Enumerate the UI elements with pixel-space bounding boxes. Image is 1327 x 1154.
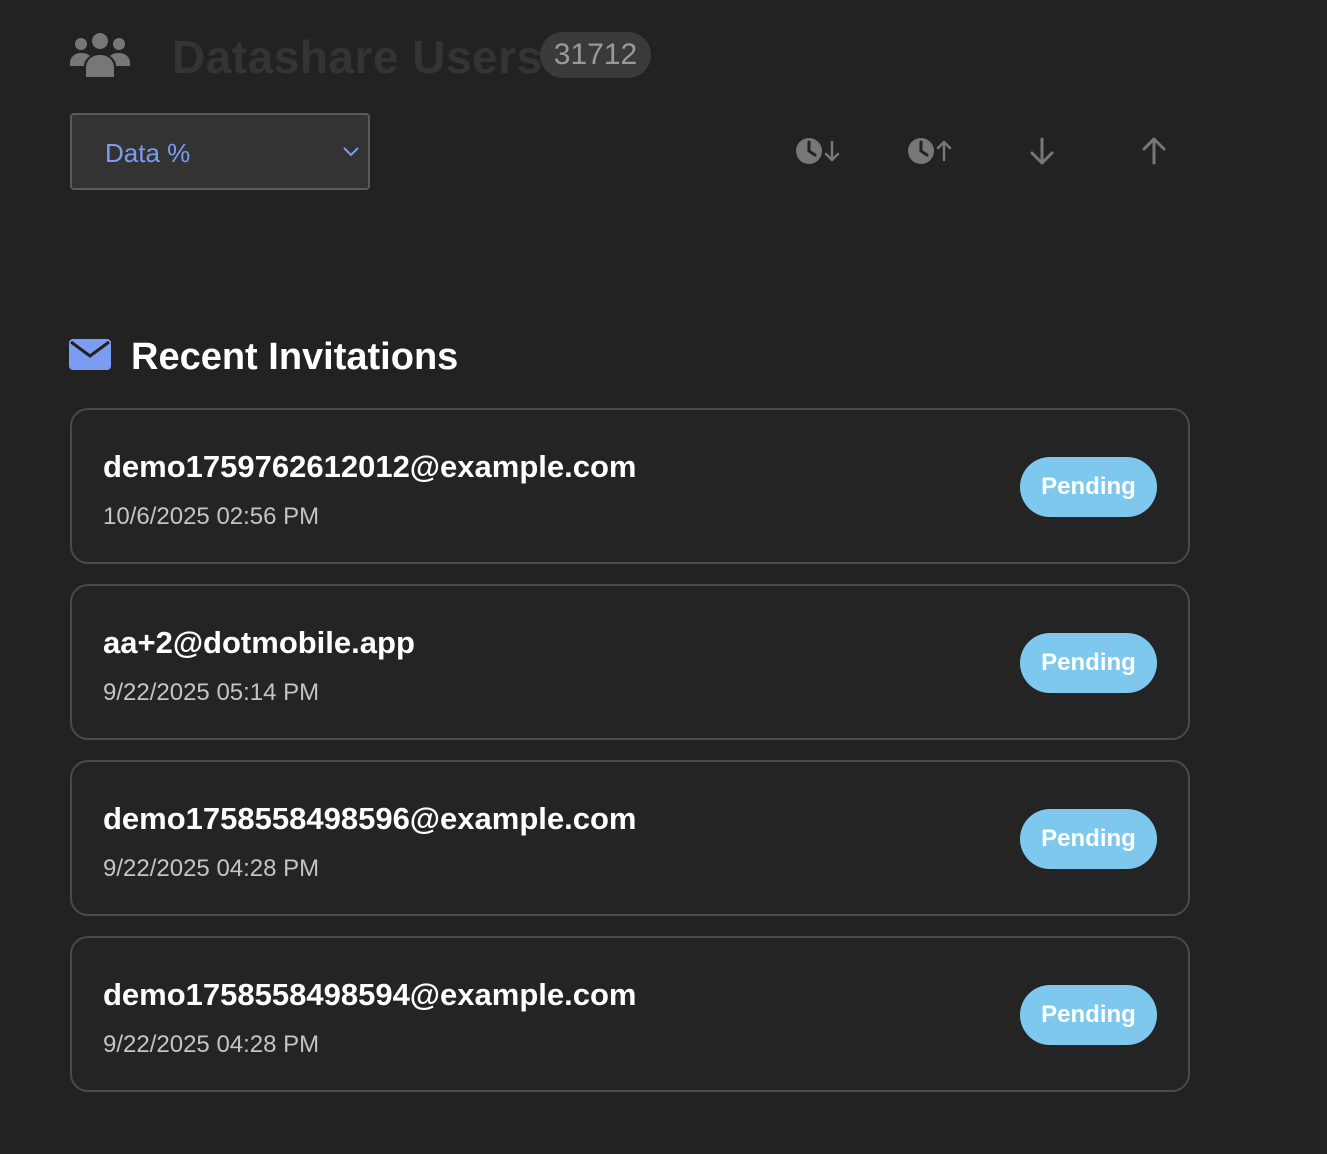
invitation-date: 9/22/2025 05:14 PM (103, 679, 320, 706)
status-badge: Pending (1020, 457, 1157, 517)
status-badge: Pending (1020, 809, 1157, 869)
invitation-date: 9/22/2025 04:28 PM (103, 1031, 320, 1058)
datashare-users-page: Datashare Users 31712 Data % Recent Invi… (0, 0, 1327, 1154)
invitation-date: 9/22/2025 04:28 PM (103, 855, 320, 882)
status-badge: Pending (1020, 633, 1157, 693)
sort-asc-button[interactable] (1129, 131, 1179, 171)
invitation-card[interactable]: aa+2@dotmobile.app 9/22/2025 05:14 PM Pe… (70, 584, 1190, 740)
invitation-card[interactable]: demo1758558498596@example.com 9/22/2025 … (70, 760, 1190, 916)
invitation-list: demo1759762612012@example.com 10/6/2025 … (70, 408, 1190, 1112)
arrow-up-icon (1129, 131, 1179, 171)
envelope-icon (69, 339, 111, 370)
status-badge: Pending (1020, 985, 1157, 1045)
invitation-email: demo1758558498596@example.com (103, 801, 637, 836)
sort-select[interactable]: Data % (70, 113, 370, 190)
invitation-email: aa+2@dotmobile.app (103, 625, 415, 660)
arrow-down-icon (1017, 131, 1067, 171)
sort-select-value: Data % (105, 138, 191, 168)
sort-desc-button[interactable] (1017, 131, 1067, 171)
invitation-email: demo1759762612012@example.com (103, 449, 637, 484)
user-count-badge: 31712 (540, 32, 651, 78)
chevron-down-icon (342, 145, 360, 159)
invitation-card[interactable]: demo1759762612012@example.com 10/6/2025 … (70, 408, 1190, 564)
section-title: Recent Invitations (131, 336, 459, 378)
clock-arrow-down-icon (795, 131, 845, 171)
sort-date-desc-button[interactable] (795, 131, 845, 171)
users-icon (70, 30, 130, 78)
clock-arrow-up-icon (907, 131, 957, 171)
page-title: Datashare Users (172, 31, 543, 83)
invitation-email: demo1758558498594@example.com (103, 977, 637, 1012)
sort-date-asc-button[interactable] (907, 131, 957, 171)
invitation-date: 10/6/2025 02:56 PM (103, 503, 320, 530)
invitation-card[interactable]: demo1758558498594@example.com 9/22/2025 … (70, 936, 1190, 1092)
